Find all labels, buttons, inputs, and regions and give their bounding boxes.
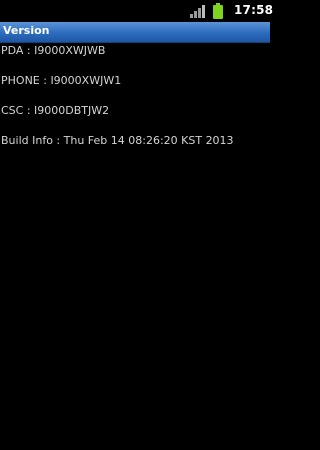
battery-icon	[213, 3, 223, 19]
phone-version-text: PHONE : I9000XWJW1	[1, 74, 122, 87]
pda-version-text: PDA : I9000XWJWB	[1, 44, 106, 57]
signal-strength-icon	[190, 5, 205, 18]
status-clock: 17:58	[234, 3, 274, 17]
csc-version-text: CSC : I9000DBTJW2	[1, 104, 110, 117]
page-title: Version	[3, 24, 50, 37]
title-bar: Version	[0, 22, 270, 43]
build-info-text: Build Info : Thu Feb 14 08:26:20 KST 201…	[1, 134, 234, 147]
status-bar: 17:58	[0, 0, 274, 22]
